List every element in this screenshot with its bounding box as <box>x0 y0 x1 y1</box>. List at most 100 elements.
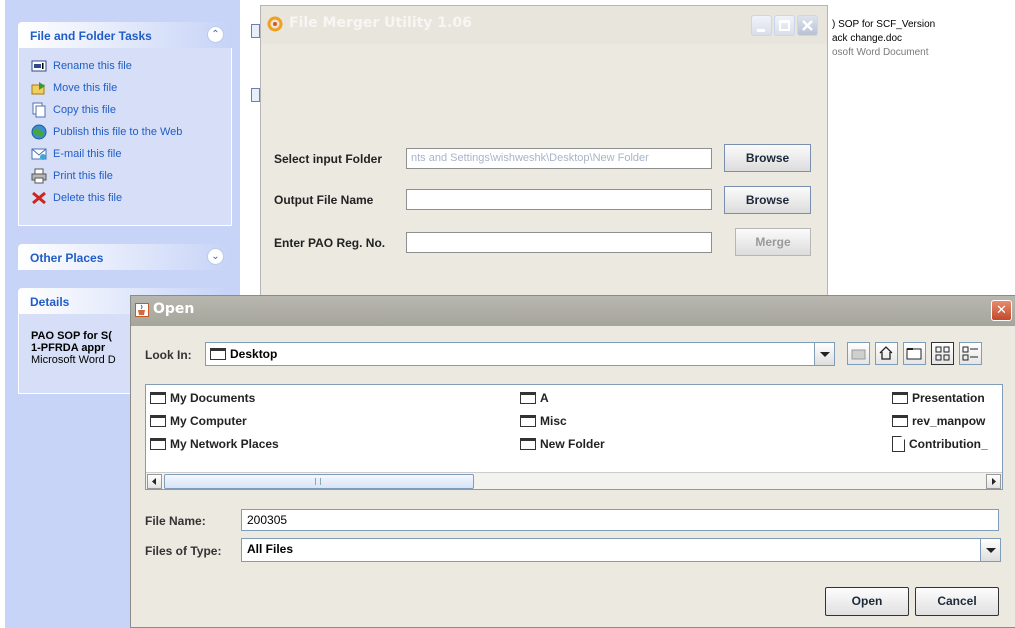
open-button[interactable]: Open <box>825 587 909 616</box>
document-icon <box>892 436 905 452</box>
close-icon: ✕ <box>996 303 1007 318</box>
home-icon <box>879 346 893 360</box>
details-filetype: Microsoft Word D <box>31 354 116 366</box>
pao-reg-field[interactable] <box>406 232 712 253</box>
close-icon <box>802 20 813 31</box>
output-file-field[interactable] <box>406 189 712 210</box>
task-publish-web[interactable]: Publish this file to the Web <box>31 122 182 142</box>
arrow-right-icon <box>992 478 996 485</box>
file-icon <box>251 24 260 38</box>
file-folder-tasks-title: File and Folder Tasks <box>30 29 152 43</box>
file-item-label: Misc <box>540 414 567 428</box>
grip-icon <box>315 478 321 485</box>
bg-file-type: osoft Word Document <box>832 47 929 58</box>
list-item[interactable]: Presentation <box>892 389 985 407</box>
list-item[interactable]: Misc <box>520 412 567 430</box>
app-logo-icon <box>267 16 283 32</box>
open-title: Open <box>153 301 195 317</box>
chevron-down-icon[interactable] <box>980 539 1000 561</box>
browse-output-button[interactable]: Browse <box>724 186 811 214</box>
files-of-type-value: All Files <box>247 542 294 556</box>
folder-icon <box>150 392 166 404</box>
globe-icon <box>31 124 47 140</box>
list-item[interactable]: Contribution_ <box>892 435 988 453</box>
list-item[interactable]: A <box>520 389 549 407</box>
details-title: Details <box>30 295 70 309</box>
task-label: Publish this file to the Web <box>53 126 183 138</box>
task-label: Print this file <box>53 170 113 182</box>
close-button[interactable]: ✕ <box>991 300 1012 321</box>
merge-button[interactable]: Merge <box>735 228 811 256</box>
folder-icon <box>150 438 166 450</box>
look-in-combo[interactable]: Desktop <box>205 342 835 366</box>
merger-titlebar[interactable]: File Merger Utility 1.06 <box>261 6 827 44</box>
list-item[interactable]: My Network Places <box>150 435 279 453</box>
task-email-file[interactable]: E-mail this file <box>31 144 121 164</box>
merger-title: File Merger Utility 1.06 <box>289 15 472 31</box>
cancel-button[interactable]: Cancel <box>915 587 999 616</box>
folder-icon <box>210 348 226 360</box>
file-item-label: My Computer <box>170 414 247 428</box>
task-label: Rename this file <box>53 60 132 72</box>
chevron-down-icon[interactable] <box>814 343 834 365</box>
horizontal-scrollbar[interactable] <box>146 472 1002 489</box>
folder-icon <box>892 415 908 427</box>
task-label: E-mail this file <box>53 148 122 160</box>
open-dialog: Open ✕ Look In: Desktop My Documents My … <box>130 295 1015 628</box>
scroll-right-button[interactable] <box>986 474 1001 489</box>
new-folder-icon <box>906 348 922 360</box>
bg-file-name-line2: ack change.doc <box>832 33 903 44</box>
copy-icon <box>31 102 47 118</box>
arrow-left-icon <box>152 478 156 485</box>
folder-icon <box>892 392 908 404</box>
task-print-file[interactable]: Print this file <box>31 166 113 186</box>
details-filename-line1: PAO SOP for S( <box>31 330 112 342</box>
look-in-label: Look In: <box>145 348 192 362</box>
browse-input-button[interactable]: Browse <box>724 144 811 172</box>
file-name-label: File Name: <box>145 514 206 528</box>
minimize-button[interactable] <box>751 15 772 36</box>
file-folder-tasks-header[interactable]: File and Folder Tasks ⌃ <box>18 22 232 48</box>
scroll-left-button[interactable] <box>147 474 162 489</box>
collapse-up-icon[interactable]: ⌃ <box>207 26 224 43</box>
file-item-label: My Documents <box>170 391 256 405</box>
file-item-label: rev_manpow <box>912 414 986 428</box>
open-titlebar[interactable]: Open ✕ <box>131 296 1015 326</box>
details-view-button[interactable] <box>959 342 982 365</box>
file-item-label: My Network Places <box>170 437 279 451</box>
bg-file-name-line1: ) SOP for SCF_Version <box>832 19 936 30</box>
up-folder-button[interactable] <box>847 342 870 365</box>
maximize-icon <box>779 20 790 31</box>
input-folder-field[interactable]: nts and Settings\wishweshk\Desktop\New F… <box>406 148 712 169</box>
close-button[interactable] <box>797 15 818 36</box>
folder-icon <box>520 415 536 427</box>
list-item[interactable]: My Computer <box>150 412 247 430</box>
printer-icon <box>31 168 47 184</box>
task-copy-file[interactable]: Copy this file <box>31 100 116 120</box>
home-button[interactable] <box>875 342 898 365</box>
task-move-file[interactable]: Move this file <box>31 78 117 98</box>
files-of-type-select[interactable]: All Files <box>241 538 1001 562</box>
folder-icon <box>520 438 536 450</box>
list-item[interactable]: My Documents <box>150 389 255 407</box>
new-folder-button[interactable] <box>903 342 926 365</box>
expand-down-icon[interactable]: ⌄ <box>207 248 224 265</box>
output-file-label: Output File Name <box>274 193 374 207</box>
other-places-header[interactable]: Other Places ⌄ <box>18 244 232 270</box>
task-delete-file[interactable]: Delete this file <box>31 188 122 208</box>
file-folder-tasks-body: Rename this file Move this file Copy thi… <box>18 48 232 226</box>
task-rename-file[interactable]: Rename this file <box>31 56 132 76</box>
list-item[interactable]: New Folder <box>520 435 605 453</box>
file-item-label: New Folder <box>540 437 605 451</box>
list-item[interactable]: rev_manpow <box>892 412 985 430</box>
file-name-input[interactable]: 200305 <box>241 509 999 531</box>
scroll-thumb[interactable] <box>164 474 474 489</box>
file-list[interactable]: My Documents My Computer My Network Plac… <box>145 384 1003 490</box>
pao-reg-label: Enter PAO Reg. No. <box>274 236 386 250</box>
list-view-button[interactable] <box>931 342 954 365</box>
up-folder-icon <box>851 349 866 360</box>
task-label: Copy this file <box>53 104 116 116</box>
details-filename-line2: 1-PFRDA appr <box>31 342 106 354</box>
maximize-button[interactable] <box>774 15 795 36</box>
move-icon <box>31 80 47 96</box>
